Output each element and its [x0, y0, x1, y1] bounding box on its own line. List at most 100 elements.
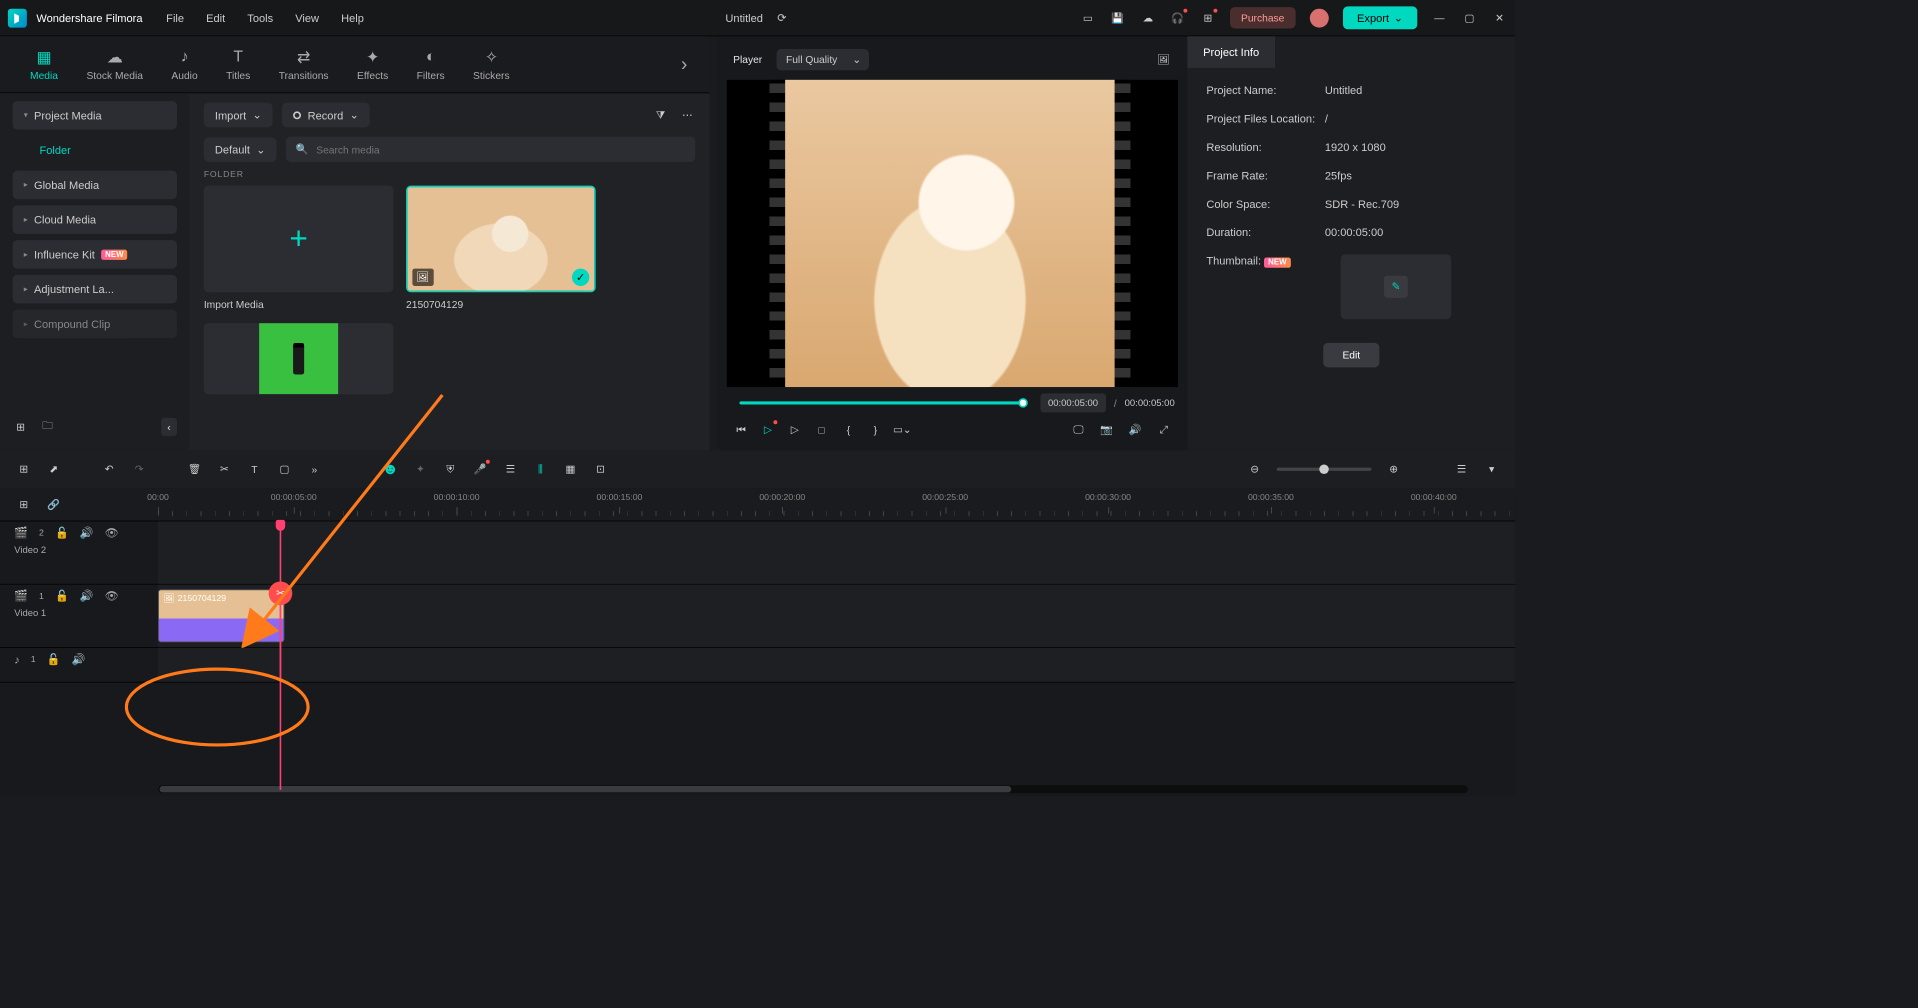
sidebar-item-cloud-media[interactable]: ▸Cloud Media — [13, 205, 177, 233]
more-icon[interactable]: ⋯ — [679, 107, 695, 123]
mic-icon[interactable]: 🎤 — [472, 461, 488, 477]
folder-icon[interactable]: 🗀 — [40, 419, 56, 435]
mute-icon[interactable]: 🔊 — [80, 526, 94, 539]
sidebar-item-influence-kit[interactable]: ▸Influence Kit NEW — [13, 240, 177, 268]
smiley-icon[interactable]: ☻ — [382, 461, 398, 477]
pointer-icon[interactable]: ⬈ — [46, 461, 62, 477]
filter-icon[interactable]: ⧩ — [653, 107, 669, 123]
crop-icon[interactable]: ▢ — [277, 461, 293, 477]
tab-stickers[interactable]: ✧Stickers — [459, 47, 524, 81]
menu-tools[interactable]: Tools — [247, 11, 273, 24]
mute-icon[interactable]: 🔊 — [80, 589, 94, 602]
lock-icon[interactable]: 🔓 — [55, 589, 69, 602]
menu-file[interactable]: File — [166, 11, 184, 24]
headset-icon[interactable]: 🎧 — [1170, 10, 1186, 26]
mute-icon[interactable]: 🔊 — [72, 653, 86, 666]
add-track-icon[interactable]: ⊞ — [16, 497, 32, 513]
timeline-clip[interactable]: 🖼2150704129 — [158, 589, 284, 642]
track-lane[interactable]: 🖼2150704129 — [158, 585, 1515, 647]
project-info-tab[interactable]: Project Info — [1187, 36, 1275, 68]
collapse-sidebar-icon[interactable]: ‹ — [161, 418, 177, 436]
list-icon[interactable]: ☰ — [502, 461, 518, 477]
export-button[interactable]: Export⌄ — [1343, 6, 1417, 29]
volume-icon[interactable]: 🔊 — [1127, 422, 1143, 438]
monitor-icon[interactable]: 🖵 — [1070, 422, 1086, 438]
marker-icon[interactable]: ▦ — [562, 461, 578, 477]
camera-icon[interactable]: 📷 — [1099, 422, 1115, 438]
tab-audio[interactable]: ♪Audio — [157, 47, 212, 81]
redo-icon[interactable]: ↷ — [131, 461, 147, 477]
visibility-icon[interactable]: 👁 — [105, 526, 119, 539]
track-view-icon[interactable]: ☰ — [1454, 461, 1470, 477]
sidebar-item-adjustment-layer[interactable]: ▸Adjustment La... — [13, 275, 177, 303]
search-input[interactable] — [316, 143, 685, 155]
zoom-slider[interactable] — [1277, 468, 1372, 471]
fullscreen-icon[interactable]: ⤢ — [1156, 422, 1172, 438]
tab-filters[interactable]: ◐Filters — [402, 47, 458, 81]
timeline-ruler[interactable]: 00:00 00:00:05:00 00:00:10:00 00:00:15:0… — [158, 488, 1515, 520]
play-record-icon[interactable]: ▷ — [760, 422, 776, 438]
shield-icon[interactable]: ⛨ — [442, 461, 458, 477]
track-view-dropdown-icon[interactable]: ▾ — [1484, 461, 1500, 477]
record-dropdown[interactable]: Record⌄ — [282, 103, 370, 127]
stop-icon[interactable]: □ — [814, 422, 830, 438]
trash-icon[interactable]: 🗑 — [186, 461, 202, 477]
track-lane[interactable] — [158, 521, 1515, 583]
tab-media[interactable]: ▦Media — [16, 47, 72, 81]
expand-icon[interactable]: ⊡ — [593, 461, 609, 477]
clip-thumbnail-green[interactable] — [204, 323, 394, 394]
apps-icon[interactable]: ⊞ — [1200, 10, 1216, 26]
ratio-dropdown-icon[interactable]: ▭⌄ — [894, 422, 910, 438]
media-card-green[interactable] — [204, 323, 394, 394]
layout-icon[interactable]: ▭ — [1080, 10, 1096, 26]
minimize-icon[interactable]: — — [1431, 10, 1447, 26]
media-card-import[interactable]: + Import Media — [204, 186, 394, 311]
zoom-knob[interactable] — [1319, 465, 1328, 474]
sidebar-item-project-media[interactable]: ▾Project Media — [13, 101, 177, 129]
magnet-icon[interactable]: ⫼ — [532, 461, 548, 477]
tab-titles[interactable]: TTitles — [212, 47, 265, 81]
snapshot-compare-icon[interactable]: 🖼 — [1156, 52, 1172, 68]
tab-transitions[interactable]: ⇄Transitions — [264, 47, 342, 81]
thumbnail-preview[interactable]: ✎ — [1341, 254, 1452, 319]
edit-button[interactable]: Edit — [1323, 343, 1379, 367]
play-icon[interactable]: ▷ — [787, 422, 803, 438]
sidebar-item-folder[interactable]: Folder — [13, 136, 177, 164]
mark-in-icon[interactable]: { — [841, 422, 857, 438]
tab-stock-media[interactable]: ☁Stock Media — [72, 47, 157, 81]
grid-icon[interactable]: ⊞ — [16, 461, 32, 477]
edit-thumbnail-icon[interactable]: ✎ — [1384, 276, 1408, 298]
lock-icon[interactable]: 🔓 — [55, 526, 69, 539]
text-icon[interactable]: T — [246, 461, 262, 477]
purchase-button[interactable]: Purchase — [1230, 7, 1296, 28]
undo-icon[interactable]: ↶ — [101, 461, 117, 477]
scrollbar-thumb[interactable] — [160, 786, 1011, 792]
more-tools-icon[interactable]: » — [307, 461, 323, 477]
maximize-icon[interactable]: ▢ — [1462, 10, 1478, 26]
import-media-thumb[interactable]: + — [204, 186, 394, 293]
close-icon[interactable]: ✕ — [1492, 10, 1508, 26]
avatar[interactable] — [1310, 8, 1329, 27]
menu-help[interactable]: Help — [341, 11, 364, 24]
sidebar-item-compound-clip[interactable]: ▸Compound Clip — [13, 310, 177, 338]
progress-knob[interactable] — [1018, 398, 1027, 407]
sidebar-item-global-media[interactable]: ▸Global Media — [13, 171, 177, 199]
cloud-icon[interactable]: ☁ — [1140, 10, 1156, 26]
tabs-next-icon[interactable]: › — [675, 53, 694, 75]
prev-frame-icon[interactable]: ⏮ — [733, 422, 749, 438]
save-icon[interactable]: 💾 — [1110, 10, 1126, 26]
mark-out-icon[interactable]: } — [867, 422, 883, 438]
preview-canvas[interactable] — [727, 80, 1178, 387]
sparkle-icon[interactable]: ✦ — [412, 461, 428, 477]
clip-thumbnail[interactable]: 🖼 ✓ — [406, 186, 596, 293]
zoom-in-icon[interactable]: ⊕ — [1386, 461, 1402, 477]
tab-effects[interactable]: ✦Effects — [343, 47, 403, 81]
link-icon[interactable]: 🔗 — [46, 497, 62, 513]
media-card-clip[interactable]: 🖼 ✓ 2150704129 — [406, 186, 596, 311]
sort-dropdown[interactable]: Default⌄ — [204, 137, 277, 161]
menu-view[interactable]: View — [295, 11, 319, 24]
save-state-icon[interactable]: ⟳ — [774, 10, 790, 26]
zoom-out-icon[interactable]: ⊖ — [1247, 461, 1263, 477]
quality-dropdown[interactable]: Full Quality⌄ — [776, 49, 868, 70]
import-dropdown[interactable]: Import⌄ — [204, 103, 273, 127]
